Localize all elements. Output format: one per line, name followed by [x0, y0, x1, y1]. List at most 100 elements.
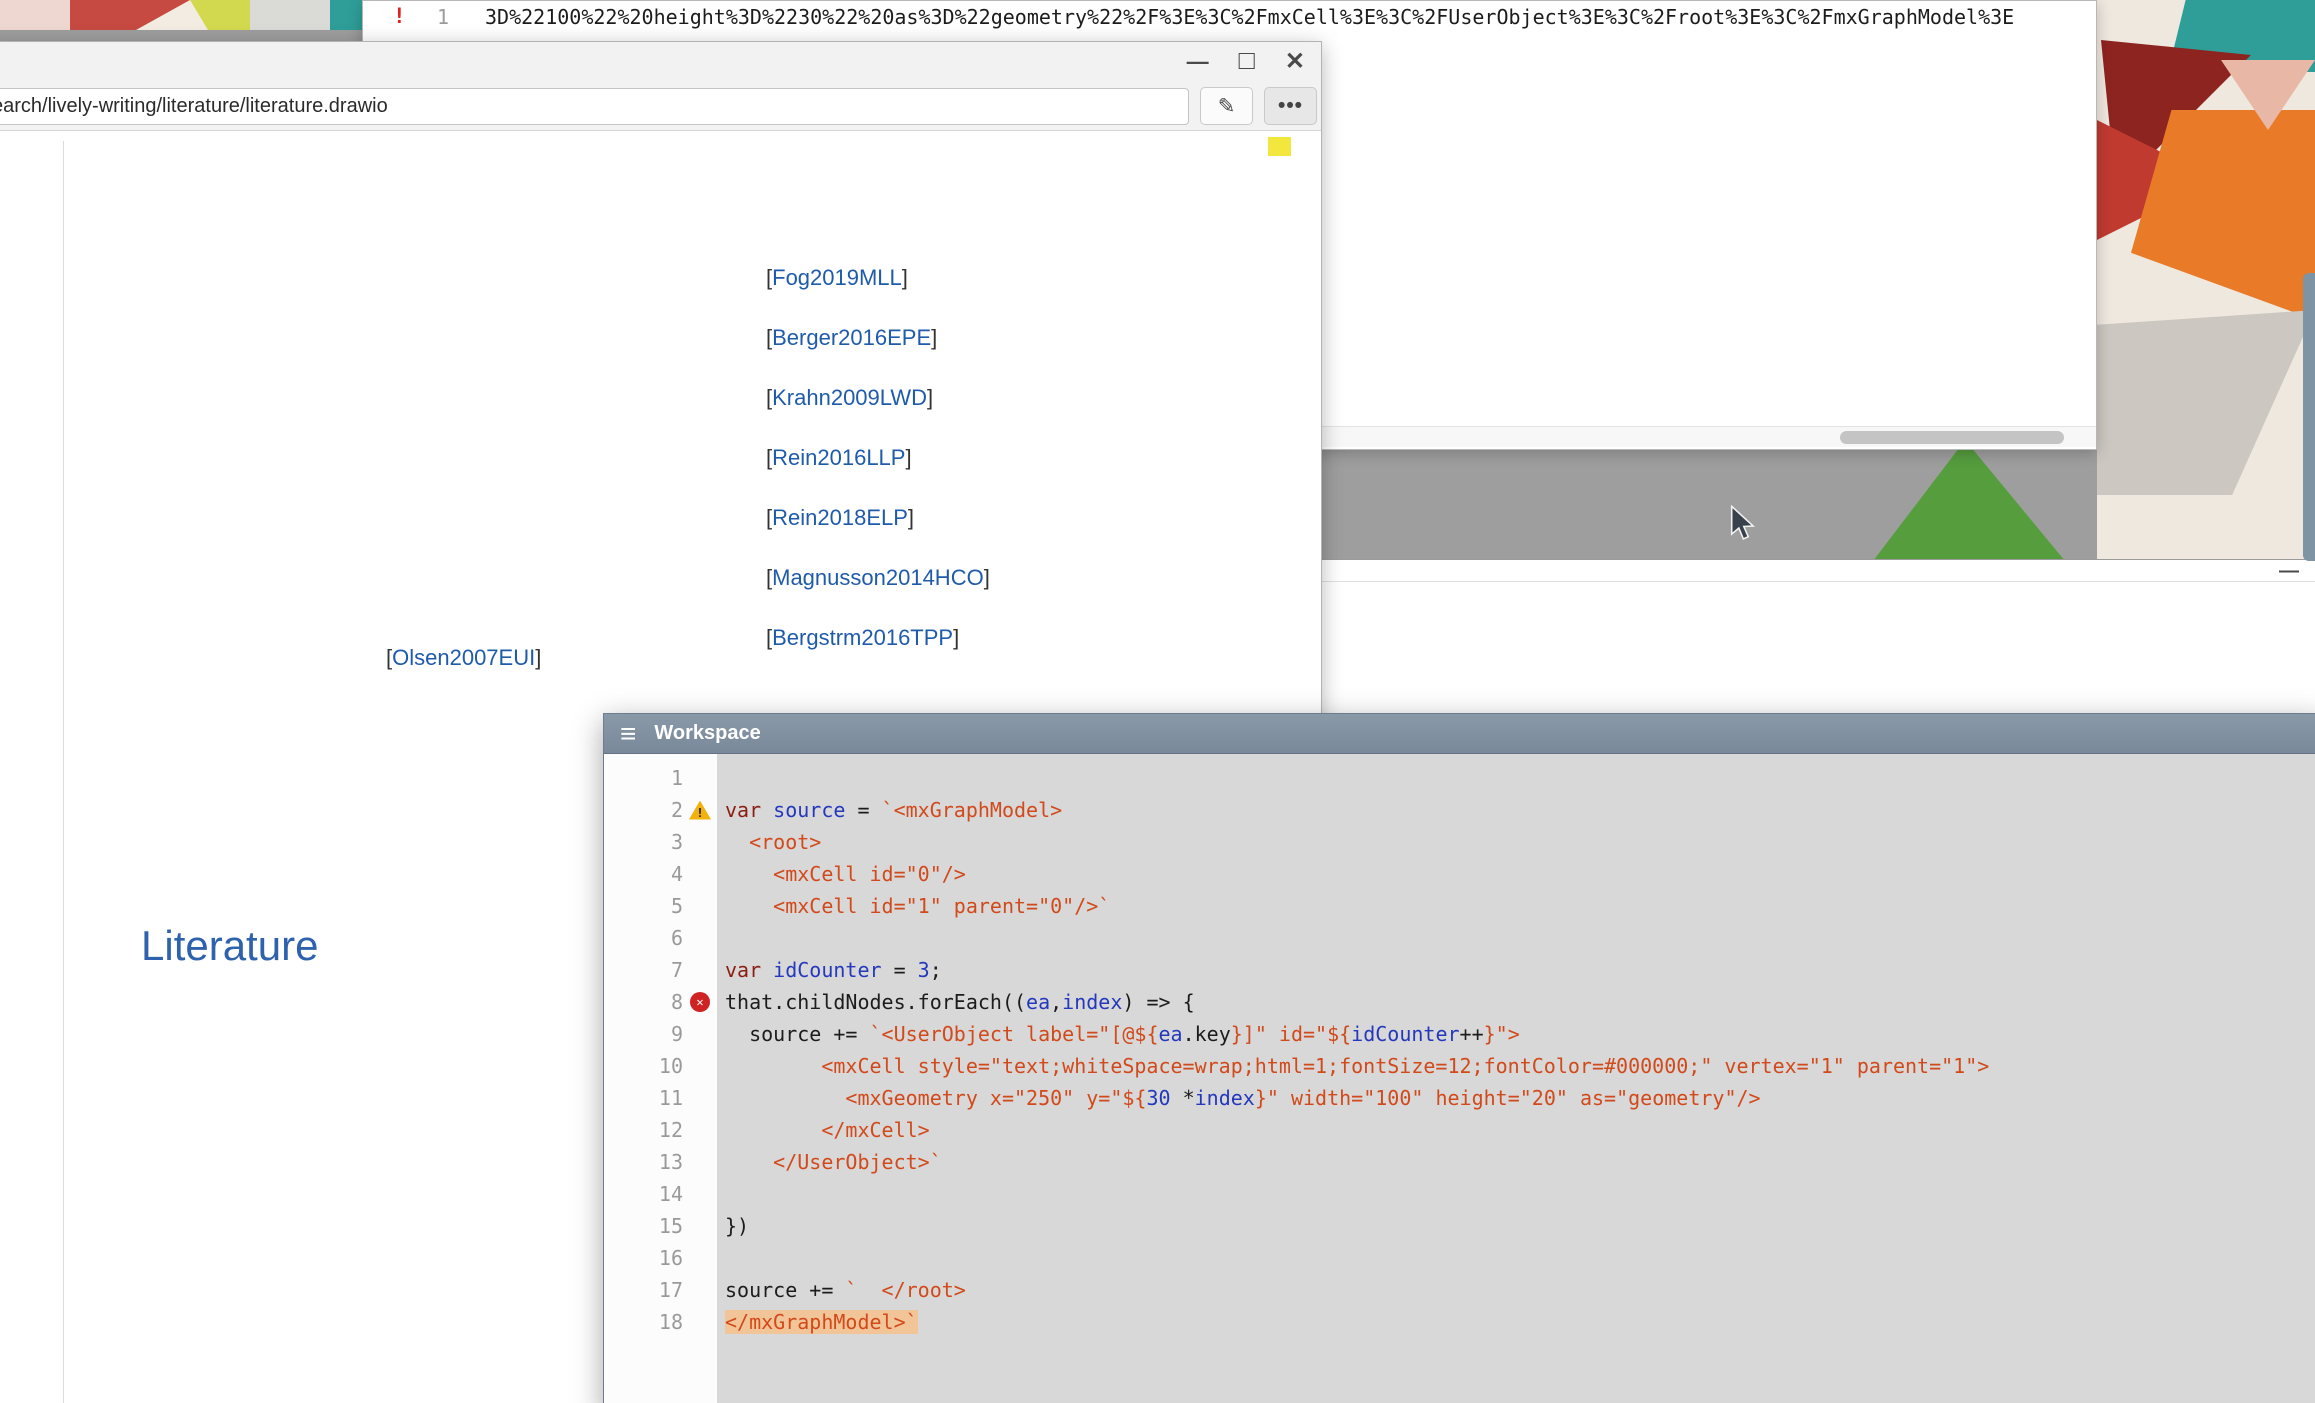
- code-line[interactable]: 6: [604, 922, 2315, 954]
- workspace-titlebar[interactable]: ≡ Workspace: [604, 714, 2315, 754]
- code-text: }): [717, 1210, 749, 1242]
- horizontal-scrollbar-thumb[interactable]: [1840, 431, 2064, 444]
- line-number: 14: [604, 1178, 683, 1210]
- line-number: 6: [604, 922, 683, 954]
- line-number: 1: [604, 762, 683, 794]
- gutter-cell: 11: [604, 1082, 717, 1114]
- workspace-window[interactable]: ≡ Workspace 12!var source = `<mxGraphMod…: [603, 713, 2315, 1403]
- line-number: 2: [604, 794, 683, 826]
- file-path-input[interactable]: [0, 88, 1189, 125]
- code-text: </UserObject>`: [717, 1146, 942, 1178]
- gutter-cell: 13: [604, 1146, 717, 1178]
- line-number: 16: [604, 1242, 683, 1274]
- world-scrollbar[interactable]: [2303, 273, 2315, 561]
- background-window-header: —: [1322, 560, 2315, 582]
- error-gutter-icon: !: [393, 4, 406, 28]
- line-number: 4: [604, 858, 683, 890]
- editor-line[interactable]: ! 1 3D%22100%22%20height%3D%2230%22%20as…: [363, 4, 2096, 34]
- pencil-icon: ✎: [1218, 94, 1236, 119]
- gutter-cell: 9: [604, 1018, 717, 1050]
- code-text: <mxCell id="1" parent="0"/>`: [717, 890, 1110, 922]
- minimize-icon[interactable]: —: [2279, 566, 2299, 576]
- minimize-icon[interactable]: —: [1187, 51, 1209, 73]
- code-line[interactable]: 7 var idCounter = 3;: [604, 954, 2315, 986]
- citation-link[interactable]: [Fog2019MLL]: [766, 265, 990, 325]
- code-line[interactable]: 17 source += ` </root>: [604, 1274, 2315, 1306]
- window-title: Workspace: [654, 722, 760, 745]
- line-number: 9: [604, 1018, 683, 1050]
- code-line[interactable]: 14: [604, 1178, 2315, 1210]
- code-text: </mxGraphModel>`: [717, 1306, 918, 1338]
- citation-column: [Fog2019MLL][Berger2016EPE][Krahn2009LWD…: [766, 265, 990, 685]
- code-text: [717, 762, 725, 794]
- citation-side: [Olsen2007EUI]: [386, 645, 541, 705]
- code-text: </mxCell>: [717, 1114, 930, 1146]
- gutter-cell: 7: [604, 954, 717, 986]
- line-number: 12: [604, 1114, 683, 1146]
- gutter-cell: 5: [604, 890, 717, 922]
- line-number: 1: [437, 5, 449, 29]
- page-boundary-line: [63, 141, 64, 1403]
- gutter-cell: 4: [604, 858, 717, 890]
- menu-icon[interactable]: ≡: [620, 720, 636, 748]
- citation-link[interactable]: [Olsen2007EUI]: [386, 645, 541, 705]
- citation-link[interactable]: [Berger2016EPE]: [766, 325, 990, 385]
- code-line[interactable]: 2!var source = `<mxGraphModel>: [604, 794, 2315, 826]
- citation-link[interactable]: [Rein2018ELP]: [766, 505, 990, 565]
- citation-link[interactable]: [Bergstrm2016TPP]: [766, 625, 990, 685]
- wallpaper-top-left: [0, 0, 362, 30]
- code-line[interactable]: 18</mxGraphModel>`: [604, 1306, 2315, 1338]
- address-bar: ✎ •••: [0, 82, 1321, 131]
- citation-link[interactable]: [Krahn2009LWD]: [766, 385, 990, 445]
- page-title: Literature: [141, 922, 318, 970]
- line-number: 10: [604, 1050, 683, 1082]
- desktop: ! 1 3D%22100%22%20height%3D%2230%22%20as…: [0, 0, 2315, 1403]
- citation-link[interactable]: [Rein2016LLP]: [766, 445, 990, 505]
- maximize-icon[interactable]: □: [1239, 47, 1255, 74]
- line-number: 11: [604, 1082, 683, 1114]
- gutter-cell: 17: [604, 1274, 717, 1306]
- code-line[interactable]: 12 </mxCell>: [604, 1114, 2315, 1146]
- line-number: 8: [604, 986, 683, 1018]
- code-line[interactable]: 16: [604, 1242, 2315, 1274]
- gutter-cell: 12: [604, 1114, 717, 1146]
- line-number: 17: [604, 1274, 683, 1306]
- code-line[interactable]: 3 <root>: [604, 826, 2315, 858]
- gutter-cell: 1: [604, 762, 717, 794]
- code-line[interactable]: 9 source += `<UserObject label="[@${ea.k…: [604, 1018, 2315, 1050]
- code-text: <mxCell id="0"/>: [717, 858, 966, 890]
- gutter-cell: 16: [604, 1242, 717, 1274]
- line-number: 13: [604, 1146, 683, 1178]
- line-number: 5: [604, 890, 683, 922]
- encoded-code-text: 3D%22100%22%20height%3D%2230%22%20as%3D%…: [485, 5, 2014, 29]
- code-line[interactable]: 4 <mxCell id="0"/>: [604, 858, 2315, 890]
- line-number: 15: [604, 1210, 683, 1242]
- gutter-cell: 10: [604, 1050, 717, 1082]
- close-icon[interactable]: ✕: [1285, 50, 1305, 74]
- code-line[interactable]: 11 <mxGeometry x="250" y="${30 *index}" …: [604, 1082, 2315, 1114]
- code-line[interactable]: 8✕that.childNodes.forEach((ea,index) => …: [604, 986, 2315, 1018]
- gutter-cell: 2!: [604, 794, 717, 826]
- workspace-code-body[interactable]: 12!var source = `<mxGraphModel>3 <root>4…: [604, 754, 2315, 1403]
- yellow-note-marker[interactable]: [1268, 137, 1291, 156]
- gutter-cell: 3: [604, 826, 717, 858]
- code-line[interactable]: 10 <mxCell style="text;whiteSpace=wrap;h…: [604, 1050, 2315, 1082]
- code-text: source += ` </root>: [717, 1274, 966, 1306]
- edit-path-button[interactable]: ✎: [1200, 87, 1253, 125]
- ellipsis-icon: •••: [1278, 94, 1303, 118]
- code-line[interactable]: 13 </UserObject>`: [604, 1146, 2315, 1178]
- code-text: [717, 1178, 725, 1210]
- code-line[interactable]: 1: [604, 762, 2315, 794]
- error-marker-icon[interactable]: ✕: [690, 992, 710, 1012]
- citation-link[interactable]: [Magnusson2014HCO]: [766, 565, 990, 625]
- code-line[interactable]: 5 <mxCell id="1" parent="0"/>`: [604, 890, 2315, 922]
- more-options-button[interactable]: •••: [1264, 87, 1317, 125]
- code-line[interactable]: 15}): [604, 1210, 2315, 1242]
- code-text: var idCounter = 3;: [717, 954, 942, 986]
- line-number: 7: [604, 954, 683, 986]
- gutter-cell: 14: [604, 1178, 717, 1210]
- drawio-titlebar[interactable]: — □ ✕: [0, 42, 1321, 82]
- gutter-cell: 8✕: [604, 986, 717, 1018]
- line-number: 3: [604, 826, 683, 858]
- warning-marker-icon[interactable]: !: [689, 801, 711, 820]
